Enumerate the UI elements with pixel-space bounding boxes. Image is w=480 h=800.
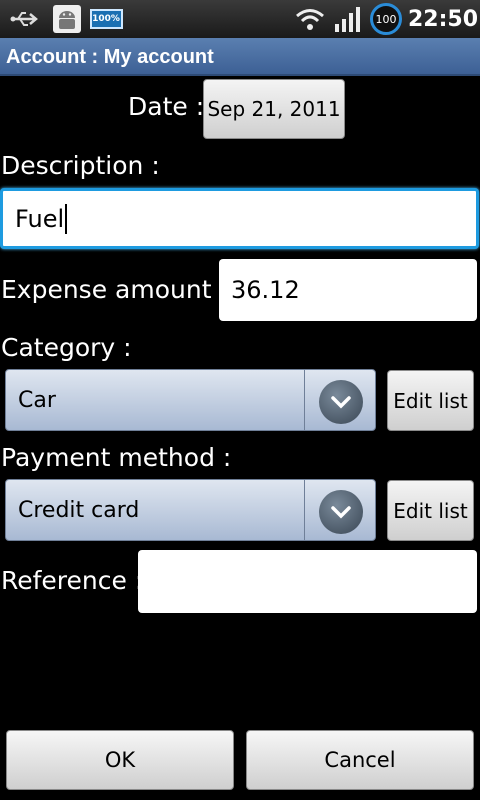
category-selected: Car [18, 387, 56, 413]
battery-circle-label: 100 [370, 3, 402, 35]
status-bar: 100% 100 22:50 [0, 0, 480, 38]
status-time: 22:50 [407, 6, 479, 32]
wifi-icon [292, 0, 328, 38]
description-label: Description : [1, 151, 160, 180]
description-value: Fuel [15, 204, 65, 233]
reference-label: Reference : [1, 566, 144, 595]
date-button[interactable]: Sep 21, 2011 [203, 79, 345, 139]
payment-method-label: Payment method : [1, 443, 232, 472]
android-debug-icon [50, 0, 84, 38]
payment-method-spinner[interactable]: Credit card [5, 479, 376, 541]
spinner-divider [304, 370, 305, 430]
spinner-divider [304, 480, 305, 540]
category-label: Category : [1, 333, 132, 362]
date-label: Date : [128, 92, 205, 121]
expense-amount-input[interactable]: 36.12 [219, 259, 477, 321]
cancel-button[interactable]: Cancel [246, 730, 474, 790]
battery-circle-icon: 100 [368, 0, 404, 38]
battery-level-label: 100% [89, 9, 123, 29]
category-spinner[interactable]: Car [5, 369, 376, 431]
page-title: Account : My account [6, 46, 214, 68]
expense-amount-label: Expense amount : [1, 275, 228, 304]
text-caret [65, 203, 68, 234]
chevron-down-icon[interactable] [319, 490, 363, 534]
usb-icon [6, 0, 44, 38]
ok-button[interactable]: OK [6, 730, 234, 790]
payment-edit-list-button[interactable]: Edit list [387, 480, 474, 541]
payment-method-selected: Credit card [18, 497, 140, 523]
title-bar: Account : My account [0, 38, 480, 76]
description-input[interactable]: Fuel [0, 188, 479, 249]
reference-input[interactable] [138, 550, 477, 613]
chevron-down-icon[interactable] [319, 380, 363, 424]
signal-icon [332, 0, 364, 38]
category-edit-list-button[interactable]: Edit list [387, 370, 474, 431]
battery-icon: 100% [88, 0, 124, 38]
